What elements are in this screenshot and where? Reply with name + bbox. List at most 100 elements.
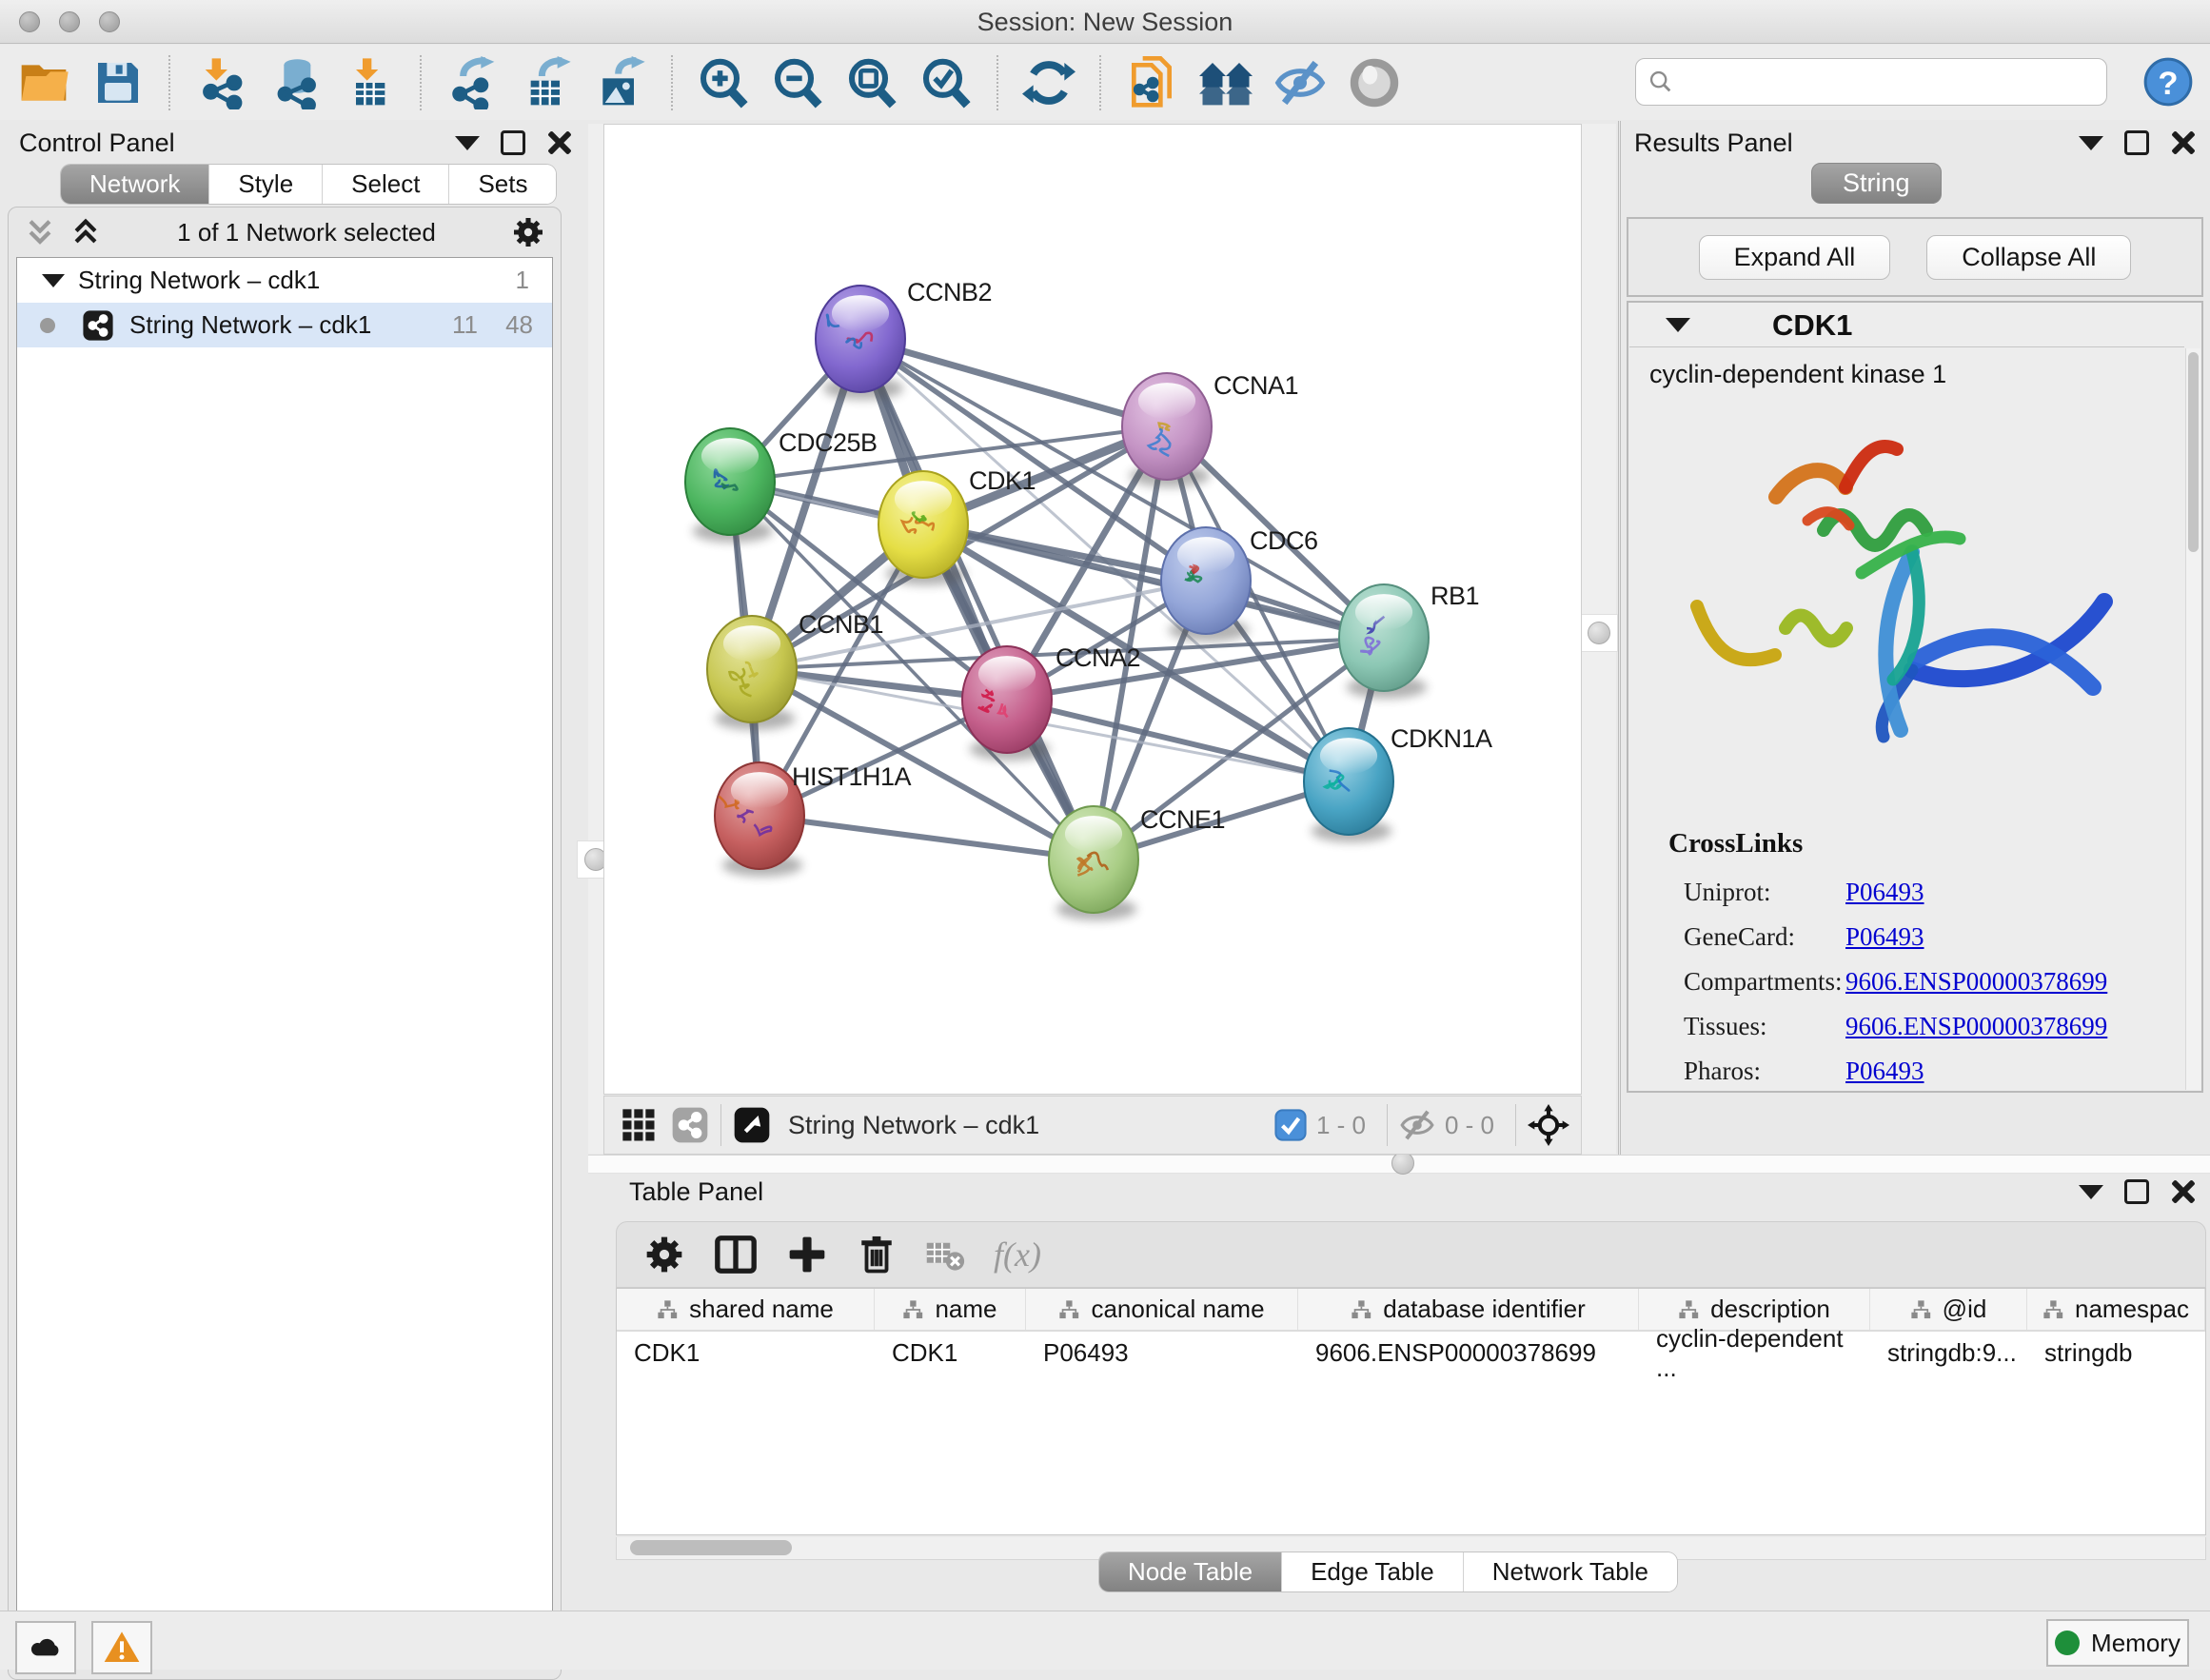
memory-label: Memory: [2091, 1629, 2180, 1658]
close-panel-icon[interactable]: [546, 130, 571, 155]
table-cell[interactable]: stringdb:9...: [1870, 1332, 2027, 1374]
tab-select[interactable]: Select: [323, 165, 449, 204]
table-cell[interactable]: stringdb: [2027, 1332, 2205, 1374]
delete-column-icon[interactable]: [857, 1235, 897, 1275]
tab-sets[interactable]: Sets: [449, 165, 556, 204]
column-header[interactable]: canonical name: [1026, 1289, 1298, 1330]
import-network-file-icon[interactable]: [190, 52, 251, 113]
search-input[interactable]: [1674, 68, 2083, 97]
cloud-button[interactable]: [15, 1621, 76, 1674]
network-node-ccne1[interactable]: [1049, 806, 1138, 920]
crosslink-link[interactable]: 9606.ENSP00000378699: [1845, 1012, 2107, 1041]
zoom-fit-icon[interactable]: [841, 52, 902, 113]
tree-collapse-icon[interactable]: [42, 274, 65, 287]
show-columns-icon[interactable]: [714, 1233, 758, 1276]
crosslink-row: Pharos:P06493: [1684, 1049, 2179, 1094]
save-session-icon[interactable]: [88, 52, 148, 113]
network-node-cdc25b[interactable]: [685, 428, 775, 543]
crosslink-link[interactable]: 9606.ENSP00000378699: [1845, 967, 2107, 997]
panel-menu-icon[interactable]: [455, 136, 480, 150]
network-node-ccnb1[interactable]: [707, 616, 797, 730]
collapse-all-icon[interactable]: [24, 216, 56, 248]
export-image-icon[interactable]: [590, 52, 651, 113]
export-table-icon[interactable]: [516, 52, 577, 113]
network-canvas[interactable]: CCNB2CCNA1CDC25BCDK1CDC6RB1CCNB1CCNA2CDK…: [603, 124, 1582, 1095]
results-scrollbar[interactable]: [2185, 348, 2200, 1090]
table-row[interactable]: CDK1CDK1P064939606.ENSP00000378699cyclin…: [617, 1332, 2205, 1374]
float-panel-icon[interactable]: [501, 130, 525, 155]
table-hscrollbar-thumb[interactable]: [630, 1540, 792, 1555]
gene-section-header[interactable]: CDK1: [1629, 304, 2184, 347]
network-edge[interactable]: [760, 816, 1094, 860]
hide-selected-icon[interactable]: [1270, 52, 1331, 113]
close-panel-icon[interactable]: [2170, 130, 2195, 155]
network-node-hist1h1a[interactable]: [715, 762, 804, 877]
help-icon[interactable]: ?: [2143, 57, 2193, 107]
network-node-ccna2[interactable]: [962, 646, 1052, 761]
table-cell[interactable]: 9606.ENSP00000378699: [1298, 1332, 1639, 1374]
create-column-icon[interactable]: [786, 1234, 828, 1275]
column-header[interactable]: @id: [1870, 1289, 2027, 1330]
panel-menu-icon[interactable]: [2079, 136, 2103, 150]
birdseye-view-icon[interactable]: [733, 1106, 771, 1144]
tab-string[interactable]: String: [1811, 163, 1942, 204]
float-panel-icon[interactable]: [2124, 130, 2149, 155]
import-table-file-icon[interactable]: [339, 52, 400, 113]
table-cell[interactable]: P06493: [1026, 1332, 1298, 1374]
warning-button[interactable]: [91, 1621, 152, 1674]
network-node-cdk1[interactable]: [878, 471, 968, 585]
float-panel-icon[interactable]: [2124, 1179, 2149, 1204]
network-node-ccnb2[interactable]: [816, 286, 905, 400]
crosslink-link[interactable]: P06493: [1845, 878, 1924, 907]
tab-node-table[interactable]: Node Table: [1099, 1552, 1282, 1591]
show-all-icon[interactable]: [1344, 52, 1405, 113]
new-network-from-selection-icon[interactable]: [1121, 52, 1182, 113]
table-settings-gear-icon[interactable]: [643, 1234, 685, 1275]
tab-style[interactable]: Style: [209, 165, 323, 204]
network-node-cdkn1a[interactable]: [1304, 728, 1393, 842]
table-cell[interactable]: CDK1: [875, 1332, 1026, 1374]
gear-icon[interactable]: [511, 215, 545, 249]
network-collection-row[interactable]: String Network – cdk1 1: [17, 258, 552, 303]
network-node-ccna1[interactable]: [1122, 373, 1212, 487]
expand-all-button[interactable]: Expand All: [1699, 235, 1891, 280]
export-network-icon[interactable]: [442, 52, 503, 113]
network-row[interactable]: String Network – cdk1 11 48: [17, 303, 552, 347]
left-splitter[interactable]: [588, 124, 603, 1154]
results-scrollbar-thumb[interactable]: [2188, 352, 2199, 552]
crosslink-link[interactable]: P06493: [1845, 922, 1924, 952]
table-cell[interactable]: cyclin-dependent ...: [1639, 1332, 1870, 1374]
ribbon-segment: [1776, 470, 1845, 497]
column-header[interactable]: namespac: [2027, 1289, 2205, 1330]
grid-view-icon[interactable]: [620, 1106, 658, 1144]
crosslink-link[interactable]: P06493: [1845, 1057, 1924, 1086]
zoom-in-icon[interactable]: [693, 52, 754, 113]
panel-menu-icon[interactable]: [2079, 1185, 2103, 1199]
first-neighbors-icon[interactable]: [1195, 52, 1256, 113]
network-node-cdc6[interactable]: [1161, 527, 1251, 642]
refresh-layout-icon[interactable]: [1018, 52, 1079, 113]
tab-network[interactable]: Network: [61, 165, 209, 204]
tab-edge-table[interactable]: Edge Table: [1282, 1552, 1464, 1591]
network-edge[interactable]: [860, 339, 1167, 426]
open-session-icon[interactable]: [13, 52, 74, 113]
expand-all-icon[interactable]: [69, 216, 102, 248]
pan-crosshair-icon[interactable]: [1528, 1104, 1569, 1146]
collapse-all-button[interactable]: Collapse All: [1926, 235, 2131, 280]
collapse-section-icon[interactable]: [1666, 318, 1690, 332]
share-view-icon[interactable]: [671, 1106, 709, 1144]
column-header[interactable]: shared name: [617, 1289, 875, 1330]
tab-network-table[interactable]: Network Table: [1464, 1552, 1677, 1591]
import-network-database-icon[interactable]: [265, 52, 326, 113]
memory-button[interactable]: Memory: [2046, 1619, 2189, 1667]
zoom-out-icon[interactable]: [767, 52, 828, 113]
column-header[interactable]: database identifier: [1298, 1289, 1639, 1330]
column-header[interactable]: name: [875, 1289, 1026, 1330]
node-table: shared namenamecanonical namedatabase id…: [616, 1288, 2206, 1535]
zoom-selected-icon[interactable]: [916, 52, 977, 113]
right-splitter-handle[interactable]: [1580, 614, 1618, 652]
table-cell[interactable]: CDK1: [617, 1332, 875, 1374]
selected-checkbox-icon[interactable]: [1274, 1109, 1307, 1141]
close-panel-icon[interactable]: [2170, 1179, 2195, 1204]
network-node-rb1[interactable]: [1339, 584, 1429, 699]
